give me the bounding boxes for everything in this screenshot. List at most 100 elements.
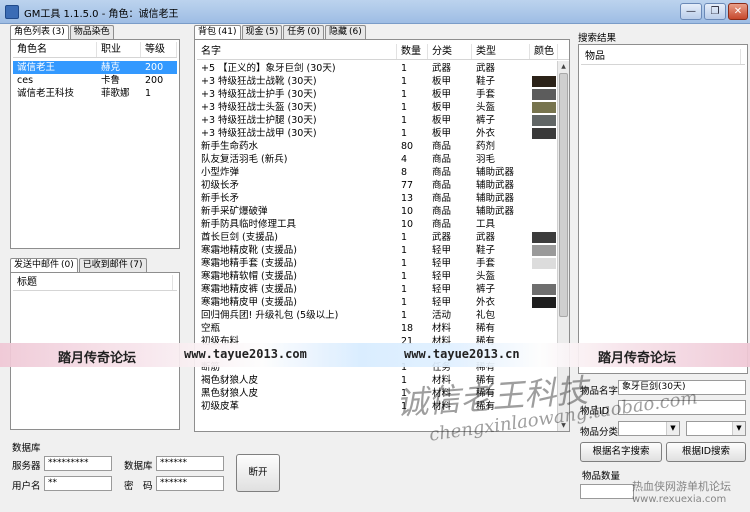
tab-item-dye[interactable]: 物品染色 [69,25,114,39]
col-job-header[interactable]: 职业 [97,42,141,57]
inventory-row[interactable]: 初级长矛 77 商品 辅助武器 [197,179,569,192]
tab-cash[interactable]: 现金 (5) [241,25,283,39]
col-type-header[interactable]: 类型 [472,44,530,59]
tab-quest[interactable]: 任务 (0) [283,25,325,39]
col-result-item-header[interactable]: 物品 [581,49,741,64]
forum-url-watermark: www.rexuexia.com [632,494,727,505]
item-category: 材料 [432,323,452,334]
item-type: 辅助武器 [476,206,515,217]
inventory-row[interactable]: 寒霜地精手套 (支援品) 1 轻甲 手套 [197,257,569,270]
item-category-select[interactable]: ▼ [618,421,680,436]
item-name: 回归佣兵团! 升级礼包 (5级以上) [201,310,339,321]
character-row[interactable]: 诚信老王科技 菲歌娜 1 [13,87,177,100]
item-category: 轻甲 [432,258,452,269]
minimize-button[interactable]: — [680,3,702,20]
item-qty: 1 [401,245,408,256]
character-row[interactable]: 诚信老王 赫克 200 [13,61,177,74]
inventory-row[interactable]: +3 特级狂战士头盔 (30天) 1 板甲 头盔 [197,101,569,114]
inventory-row[interactable]: 小型炸弹 8 商品 辅助武器 [197,166,569,179]
character-job: 卡鲁 [101,75,121,86]
col-name-header[interactable]: 角色名 [13,42,97,57]
inventory-row[interactable]: +3 特级狂战士战甲 (30天) 1 板甲 外衣 [197,127,569,140]
item-type-select[interactable]: ▼ [686,421,746,436]
search-by-name-button[interactable]: 根据名字搜索 [580,442,662,462]
tab-sending-mail[interactable]: 发送中邮件 (0) [10,258,78,273]
item-color-swatch [532,63,556,74]
server-field[interactable]: ********* [44,456,112,471]
inventory-row[interactable]: 回归佣兵团! 升级礼包 (5级以上) 1 活动 礼包 [197,309,569,322]
character-list: 角色名 职业 等级 诚信老王 赫克 200 ces 卡鲁 200 诚信老王科技 … [10,39,180,249]
dbname-field[interactable]: ****** [156,456,224,471]
item-name: +3 特级狂战士战靴 (30天) [201,76,317,87]
item-type: 辅助武器 [476,167,515,178]
inventory-row[interactable]: 新手采矿爆破弹 10 商品 辅助武器 [197,205,569,218]
item-color-swatch [532,193,556,204]
forum-watermark: 热血侠网游单机论坛 [632,480,731,493]
item-category: 轻甲 [432,284,452,295]
app-icon [5,5,19,19]
character-job: 赫克 [101,62,121,73]
inventory-row[interactable]: +3 特级狂战士护腿 (30天) 1 板甲 裤子 [197,114,569,127]
inventory-row[interactable]: 酋长巨剑 (支援品) 1 武器 武器 [197,231,569,244]
item-qty: 8 [401,167,408,178]
inventory-row[interactable]: +3 特级狂战士战靴 (30天) 1 板甲 鞋子 [197,75,569,88]
item-qty: 1 [401,271,408,282]
password-field[interactable]: ****** [156,476,224,491]
inventory-row[interactable]: 寒霜地精软帽 (支援品) 1 轻甲 头盔 [197,270,569,283]
item-name: 初级皮革 [201,401,240,412]
inventory-row[interactable]: 队友复活羽毛 (新兵) 4 商品 羽毛 [197,153,569,166]
inventory-header: 名字 数量 分类 类型 颜色 [197,44,569,60]
item-type: 羽毛 [476,154,496,165]
item-qty: 18 [401,323,414,334]
col-category-header[interactable]: 分类 [428,44,472,59]
character-rows: 诚信老王 赫克 200 ces 卡鲁 200 诚信老王科技 菲歌娜 1 [13,61,177,100]
character-row[interactable]: ces 卡鲁 200 [13,74,177,87]
user-field[interactable]: ** [44,476,112,491]
banner-url-1: www.tayue2013.com [184,347,307,361]
item-name: +3 特级狂战士头盔 (30天) [201,102,317,113]
user-label: 用户名 [12,481,41,492]
banner-left-text: 踏月传奇论坛 [58,351,137,366]
inventory-row[interactable]: 新手生命药水 80 商品 药剂 [197,140,569,153]
character-level: 200 [145,75,164,86]
search-by-id-button[interactable]: 根据ID搜索 [666,442,746,462]
inventory-row[interactable]: 寒霜地精皮裤 (支援品) 1 轻甲 裤子 [197,283,569,296]
item-qty: 13 [401,193,414,204]
inventory-row[interactable]: 寒霜地精皮甲 (支援品) 1 轻甲 外衣 [197,296,569,309]
inventory-row[interactable]: 新手长矛 13 商品 辅助武器 [197,192,569,205]
tab-hidden[interactable]: 隐藏 (6) [325,25,366,39]
inventory-row[interactable]: 寒霜地精皮靴 (支援品) 1 轻甲 鞋子 [197,244,569,257]
tab-character-list[interactable]: 角色列表 (3) [10,25,69,40]
item-name: 空瓶 [201,323,221,334]
item-type: 头盔 [476,102,496,113]
inventory-row[interactable]: 空瓶 18 材料 稀有 [197,322,569,335]
col-title-header[interactable]: 标题 [13,275,173,290]
inventory-row[interactable]: +5 【正义的】象牙巨剑 (30天) 1 武器 武器 [197,62,569,75]
item-qty-label: 物品数量 [582,471,621,482]
disconnect-button[interactable]: 断开 [236,454,280,492]
item-category: 板甲 [432,128,452,139]
item-color-swatch [532,128,556,139]
col-color-header[interactable]: 颜色 [530,44,558,59]
restore-button[interactable]: ❐ [704,3,726,20]
col-item-name-header[interactable]: 名字 [197,44,397,59]
scroll-thumb[interactable] [559,73,568,317]
scroll-up-icon[interactable]: ▲ [558,61,569,72]
item-category: 板甲 [432,102,452,113]
col-qty-header[interactable]: 数量 [397,44,428,59]
item-color-swatch [532,167,556,178]
item-color-swatch [532,76,556,87]
item-category: 轻甲 [432,297,452,308]
item-type: 辅助武器 [476,193,515,204]
item-qty-field[interactable] [580,484,634,499]
inventory-row[interactable]: +3 特级狂战士护手 (30天) 1 板甲 手套 [197,88,569,101]
tab-received-mail[interactable]: 已收到邮件 (7) [78,258,147,272]
item-category: 板甲 [432,76,452,87]
window-title: GM工具 1.1.5.0 - 角色：诚信老王 [24,9,179,20]
item-name: 新手长矛 [201,193,240,204]
col-level-header[interactable]: 等级 [141,42,177,57]
item-name: 褐色豺狼人皮 [201,375,259,386]
tab-bag[interactable]: 背包 (41) [194,25,241,40]
close-button[interactable]: ✕ [728,3,748,20]
inventory-row[interactable]: 新手防具临时修理工具 10 商品 工具 [197,218,569,231]
